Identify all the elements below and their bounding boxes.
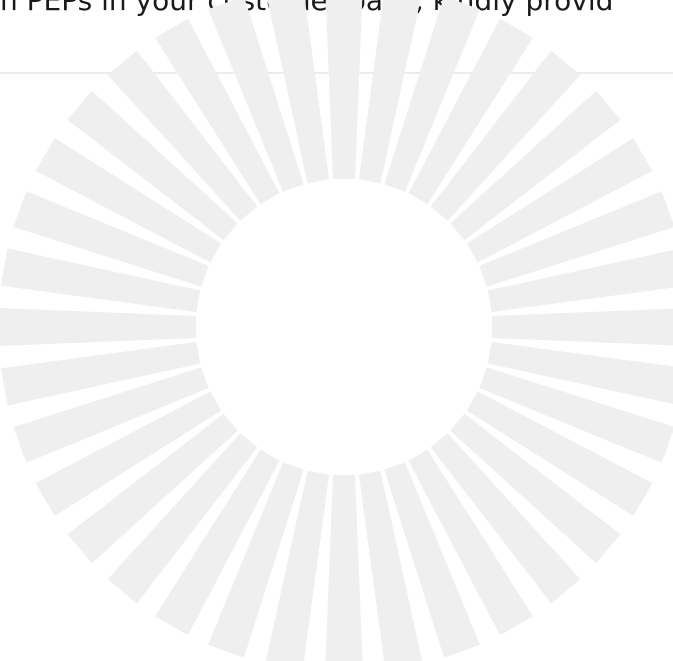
sunburst-icon	[0, 0, 673, 661]
sunburst-ray	[325, 475, 363, 661]
sunburst-ray	[0, 308, 196, 346]
page: n PEPs in your customer base, kindly pro…	[0, 0, 673, 661]
sunburst-ray	[492, 308, 673, 346]
sunburst-ray	[325, 0, 363, 179]
